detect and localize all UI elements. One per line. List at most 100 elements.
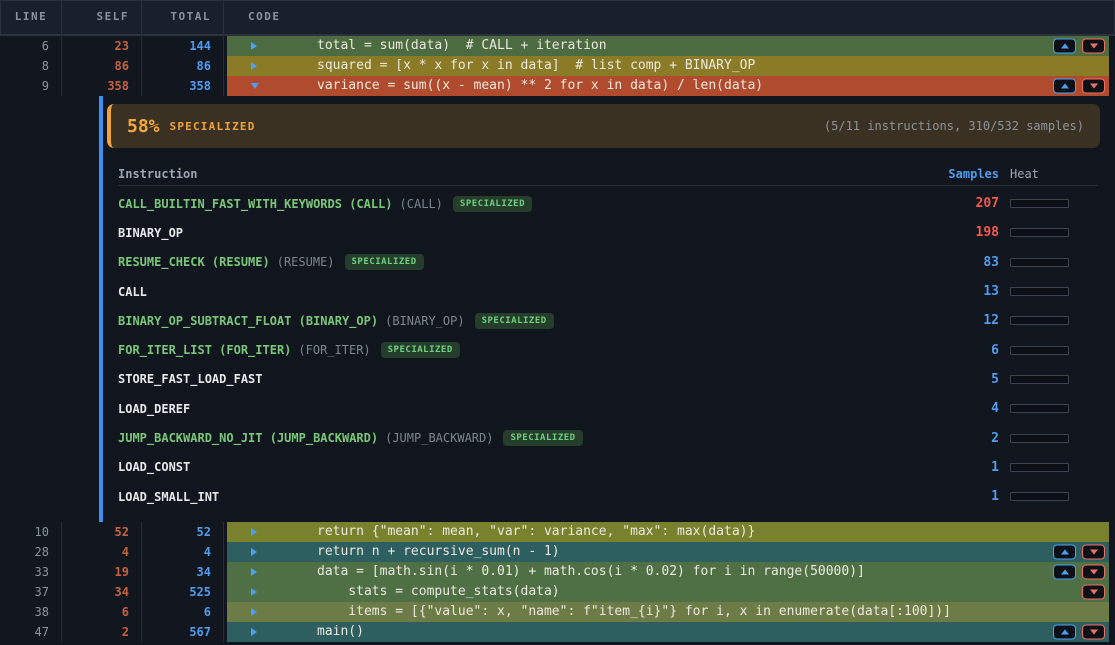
column-header-line[interactable]: LINE [1, 1, 62, 34]
expansion-connector-line [99, 96, 103, 522]
instruction-row: FOR_ITER_LIST (FOR_ITER) (FOR_ITER) SPEC… [118, 335, 1098, 364]
instruction-row: CALL 13 [118, 277, 1098, 306]
specialized-badge: SPECIALIZED [345, 254, 424, 270]
code-band[interactable]: data = [math.sin(i * 0.01) + math.cos(i … [227, 562, 1109, 582]
nav-buttons [1053, 625, 1105, 640]
jump-up-button[interactable] [1053, 545, 1076, 560]
self-samples: 358 [62, 76, 142, 96]
column-header-total[interactable]: TOTAL [142, 1, 224, 34]
instruction-name: CALL_BUILTIN_FAST_WITH_KEYWORDS (CALL) [118, 197, 393, 211]
total-samples: 4 [142, 542, 224, 562]
jump-down-button[interactable] [1082, 585, 1105, 600]
expander-icon[interactable] [251, 42, 257, 50]
total-samples: 358 [142, 76, 224, 96]
instruction-name: CALL [118, 285, 147, 299]
line-number: 28 [0, 542, 62, 562]
jump-down-button[interactable] [1082, 79, 1105, 94]
code-band[interactable]: return n + recursive_sum(n - 1) [227, 542, 1109, 562]
column-header-code[interactable]: CODE [224, 1, 1114, 34]
code-row: 38 6 6 items = [{"value": x, "name": f"i… [0, 602, 1115, 622]
profiler-app: LINE SELF TOTAL CODE 6 23 144 total = su… [0, 0, 1115, 645]
code-band[interactable]: items = [{"value": x, "name": f"item_{i}… [227, 602, 1109, 622]
nav-buttons [1053, 565, 1105, 580]
expander-icon[interactable] [251, 62, 257, 70]
instruction-base-opcode: (CALL) [400, 197, 443, 211]
expander-icon[interactable] [251, 608, 257, 616]
code-band[interactable]: stats = compute_stats(data) [227, 582, 1109, 602]
heat-bar [1010, 346, 1069, 355]
instruction-row: JUMP_BACKWARD_NO_JIT (JUMP_BACKWARD) (JU… [118, 423, 1098, 452]
heat-bar [1010, 492, 1069, 501]
expander-icon[interactable] [251, 548, 257, 556]
self-samples: 23 [62, 36, 142, 56]
code-text: total = sum(data) # CALL + iteration [317, 36, 607, 56]
line-number: 38 [0, 602, 62, 622]
column-header-self[interactable]: SELF [62, 1, 142, 34]
column-header-samples[interactable]: Samples [889, 167, 999, 181]
self-samples: 4 [62, 542, 142, 562]
instruction-name: JUMP_BACKWARD_NO_JIT (JUMP_BACKWARD) [118, 431, 378, 445]
expanded-panel: 58% SPECIALIZED (5/11 instructions, 310/… [0, 96, 1115, 522]
specialization-banner: 58% SPECIALIZED (5/11 instructions, 310/… [107, 104, 1100, 148]
instruction-rows: CALL_BUILTIN_FAST_WITH_KEYWORDS (CALL) (… [118, 186, 1098, 511]
code-band[interactable]: main() [227, 622, 1109, 642]
code-row: 10 52 52 return {"mean": mean, "var": va… [0, 522, 1115, 542]
expander-icon[interactable] [251, 588, 257, 596]
instruction-sample-count: 12 [889, 313, 999, 328]
heat-bar [1010, 228, 1069, 237]
expander-icon[interactable] [251, 628, 257, 636]
code-row: 9 358 358 variance = sum((x - mean) ** 2… [0, 76, 1115, 96]
instruction-row: CALL_BUILTIN_FAST_WITH_KEYWORDS (CALL) (… [118, 189, 1098, 218]
instruction-row: RESUME_CHECK (RESUME) (RESUME) SPECIALIZ… [118, 248, 1098, 277]
code-band[interactable]: variance = sum((x - mean) ** 2 for x in … [227, 76, 1109, 96]
code-band[interactable]: total = sum(data) # CALL + iteration [227, 36, 1109, 56]
instruction-base-opcode: (FOR_ITER) [298, 343, 370, 357]
line-number: 10 [0, 522, 62, 542]
instruction-table-header: Instruction Samples Heat [118, 162, 1098, 186]
instruction-row: LOAD_DEREF 4 [118, 394, 1098, 423]
down-arrow-icon [1090, 550, 1098, 555]
instruction-name: BINARY_OP_SUBTRACT_FLOAT (BINARY_OP) [118, 314, 378, 328]
expander-icon[interactable] [251, 83, 259, 89]
instruction-name: STORE_FAST_LOAD_FAST [118, 372, 263, 386]
code-band[interactable]: return {"mean": mean, "var": variance, "… [227, 522, 1109, 542]
jump-down-button[interactable] [1082, 545, 1105, 560]
line-number: 37 [0, 582, 62, 602]
code-rows-bottom: 10 52 52 return {"mean": mean, "var": va… [0, 522, 1115, 642]
jump-down-button[interactable] [1082, 625, 1105, 640]
heat-bar [1010, 316, 1069, 325]
column-header-instruction[interactable]: Instruction [118, 167, 889, 181]
column-header-heat[interactable]: Heat [1010, 167, 1098, 181]
jump-down-button[interactable] [1082, 39, 1105, 54]
heat-cell [1010, 434, 1098, 443]
total-samples: 567 [142, 622, 224, 642]
heat-bar [1010, 199, 1069, 208]
instruction-sample-count: 1 [889, 489, 999, 504]
heat-cell [1010, 375, 1098, 384]
jump-down-button[interactable] [1082, 565, 1105, 580]
heat-cell [1010, 199, 1098, 208]
instruction-base-opcode: (JUMP_BACKWARD) [385, 431, 493, 445]
up-arrow-icon [1061, 570, 1069, 575]
code-text: stats = compute_stats(data) [317, 582, 560, 602]
instruction-name: LOAD_DEREF [118, 402, 190, 416]
code-text: main() [317, 622, 364, 642]
code-text: squared = [x * x for x in data] # list c… [317, 56, 755, 76]
jump-up-button[interactable] [1053, 79, 1076, 94]
instruction-row: LOAD_CONST 1 [118, 453, 1098, 482]
expander-icon[interactable] [251, 568, 257, 576]
heat-bar [1010, 404, 1069, 413]
heat-bar [1010, 463, 1069, 472]
instruction-sample-count: 5 [889, 372, 999, 387]
jump-up-button[interactable] [1053, 625, 1076, 640]
jump-up-button[interactable] [1053, 39, 1076, 54]
code-row: 47 2 567 main() [0, 622, 1115, 642]
jump-up-button[interactable] [1053, 565, 1076, 580]
heat-cell [1010, 346, 1098, 355]
code-row: 37 34 525 stats = compute_stats(data) [0, 582, 1115, 602]
total-samples: 144 [142, 36, 224, 56]
total-samples: 6 [142, 602, 224, 622]
code-band[interactable]: squared = [x * x for x in data] # list c… [227, 56, 1109, 76]
line-number: 8 [0, 56, 62, 76]
expander-icon[interactable] [251, 528, 257, 536]
